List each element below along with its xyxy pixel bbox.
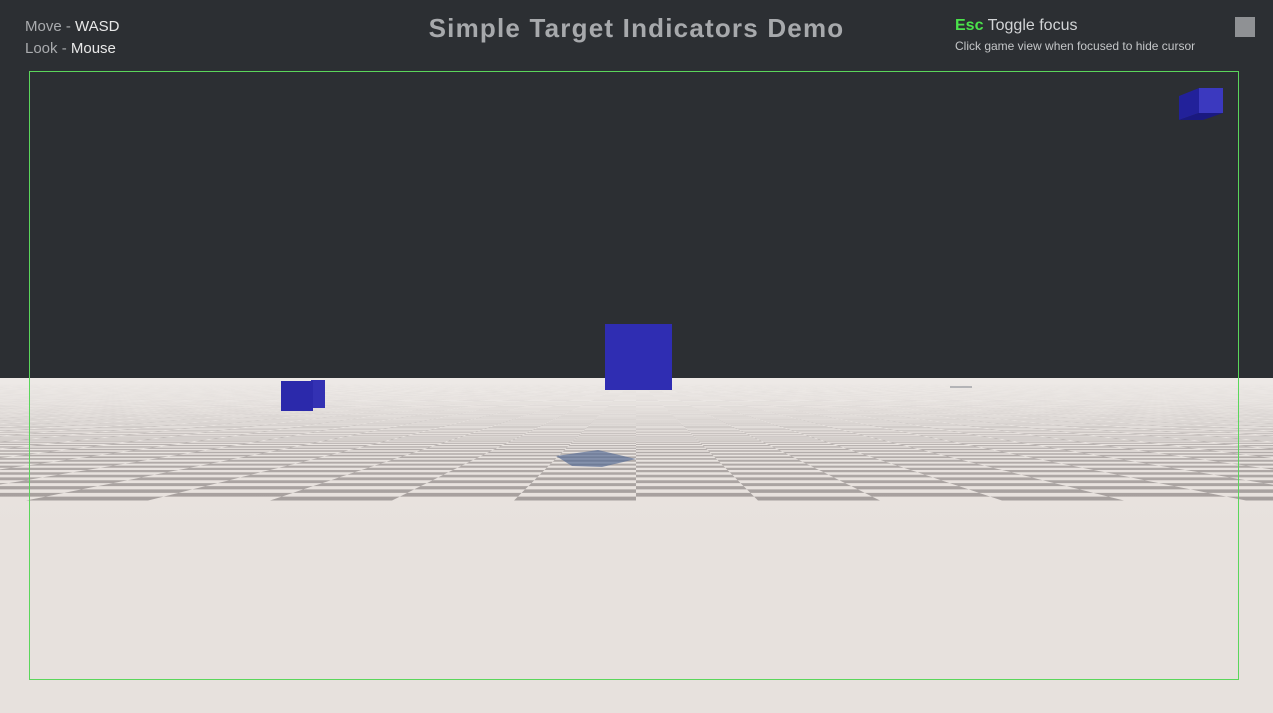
square-icon[interactable] [1235, 17, 1255, 37]
esc-key-label: Esc [955, 17, 984, 34]
target-cube-left [281, 380, 325, 411]
game-viewport[interactable] [0, 0, 1273, 713]
sky [0, 0, 1273, 379]
target-cube-center [605, 324, 672, 390]
focus-hint: Click game view when focused to hide cur… [955, 39, 1196, 53]
toggle-focus-label: Toggle focus [987, 17, 1078, 34]
focus-toggle-line: Esc Toggle focus [955, 16, 1195, 36]
floor-haze [0, 378, 1273, 713]
focus-help: Esc Toggle focus Click game view when fo… [955, 16, 1195, 53]
